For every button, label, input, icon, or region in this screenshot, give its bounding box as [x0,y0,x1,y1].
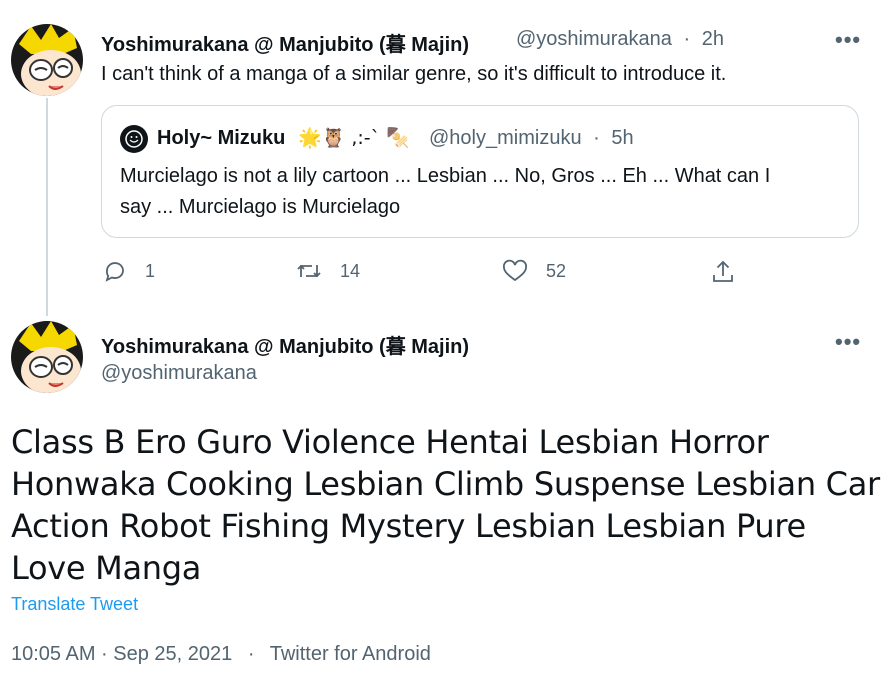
avatar[interactable] [11,321,83,393]
quoted-handle-text: @holy_mimizuku [429,127,582,149]
reply-count: 1 [145,260,156,281]
retweet-count: 14 [340,260,361,281]
handle-text[interactable]: @yoshimurakana [516,28,672,50]
tweet-text: I can't think of a manga of a similar ge… [101,63,727,85]
quoted-text-line-2: say ... Murcielago is Murcielago [120,196,401,218]
author-handle[interactable]: @yoshimurakana · 2h [516,28,724,51]
share-icon [713,260,733,282]
author-name[interactable]: Yoshimurakana @ Manjubito (暮 Majin) [101,28,469,57]
reply-icon [105,262,124,282]
tweet-time[interactable]: 2h [702,28,724,50]
tweet-meta: 10:05 AM · Sep 25, 2021 · Twitter for An… [11,643,431,666]
tweet-timestamp[interactable]: 10:05 AM · Sep 25, 2021 [11,643,232,665]
reply-button[interactable]: 1 [103,259,155,283]
like-icon [503,259,527,282]
more-icon[interactable]: ••• [835,27,861,53]
retweet-button[interactable]: 14 [296,259,360,283]
separator: · [593,127,600,149]
avatar[interactable] [11,24,83,96]
quoted-handle: @holy_mimizuku · 5h [429,127,634,150]
tweet-text-line: Love Manga [11,549,202,587]
separator: · [247,643,255,665]
tweet-source[interactable]: Twitter for Android [270,643,431,665]
more-icon[interactable]: ••• [835,329,861,355]
tweet-text-line: Action Robot Fishing Mystery Lesbian Les… [11,507,806,545]
quoted-text-line-1: Murcielago is not a lily cartoon ... Les… [120,165,771,187]
quoted-avatar [120,125,148,153]
tweet-body: Class B Ero Guro Violence Hentai Lesbian… [11,421,880,589]
quoted-author-name: Holy~ Mizuku [157,127,286,149]
separator: · [683,28,691,50]
share-button[interactable] [711,259,735,285]
quoted-tweet-card[interactable]: Holy~ Mizuku 🌟🦉 ,:-` 🍢 @holy_mimizuku · … [101,105,859,238]
author-name[interactable]: Yoshimurakana @ Manjubito (暮 Majin) [101,330,469,359]
like-button[interactable]: 52 [502,259,566,283]
translate-tweet-link[interactable]: Translate Tweet [11,594,138,615]
like-count: 52 [546,260,567,281]
quoted-time: 5h [611,127,634,149]
tweet-text-line: Honwaka Cooking Lesbian Climb Suspense L… [11,465,880,503]
author-handle[interactable]: @yoshimurakana [101,362,257,385]
retweet-icon [297,264,321,278]
tweet-text-line: Class B Ero Guro Violence Hentai Lesbian… [11,423,769,461]
thread-line [46,98,48,316]
quoted-author-emoji: 🌟🦉 ,:-` 🍢 [298,127,410,149]
